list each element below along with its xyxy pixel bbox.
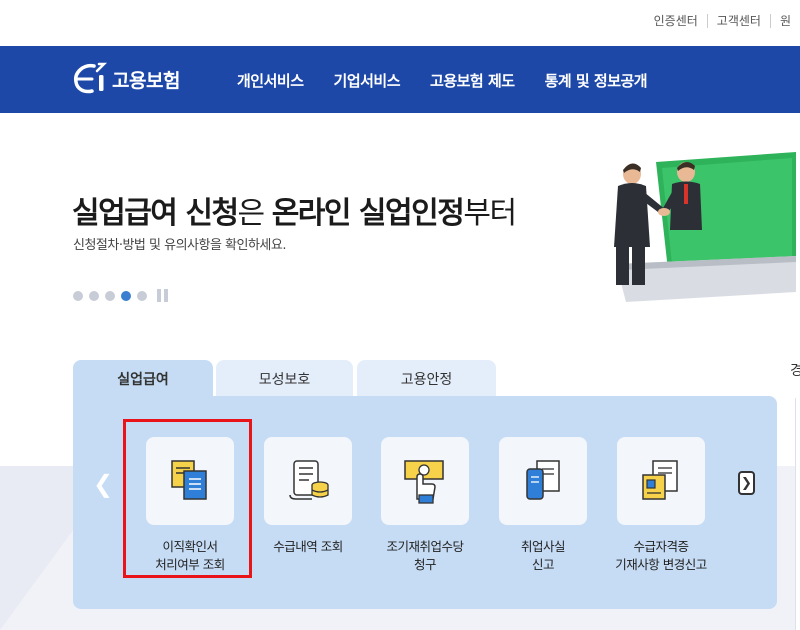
main-nav: 고용보험 개인서비스 기업서비스 고용보험 제도 통계 및 정보공개: [0, 46, 800, 113]
service-label: 조기재취업수당 청구: [386, 539, 464, 572]
utility-link-more[interactable]: 원: [769, 14, 800, 28]
nav-item-system[interactable]: 고용보험 제도: [430, 70, 515, 91]
service-early-reemployment[interactable]: 조기재취업수당 청구: [366, 437, 484, 574]
hero-title-b: 은: [237, 196, 272, 231]
service-label: 취업사실 신고: [520, 539, 566, 572]
slide-dot[interactable]: [137, 290, 147, 301]
hero-title[interactable]: 실업급여 신청은 온라인 실업인정부터: [72, 188, 517, 232]
slide-indicators: [73, 289, 171, 302]
certificate-edit-icon: [617, 437, 705, 525]
page: 인증센터 고객센터 원 고용보험 개인서비스 기업서비스 고용보험 제도 통계 …: [0, 0, 800, 630]
hero-subtitle: 신청절차·방법 및 유의사항을 확인하세요.: [73, 238, 286, 253]
nav-menu: 개인서비스 기업서비스 고용보험 제도 통계 및 정보공개: [237, 70, 677, 91]
next-arrow-icon[interactable]: ❯: [738, 471, 755, 495]
logo-text: 고용보험: [112, 69, 180, 92]
receipt-coins-icon: [264, 437, 352, 525]
prev-arrow-icon[interactable]: ❮: [93, 470, 113, 498]
tab-employment-stability[interactable]: 고용안정: [357, 360, 496, 398]
hero-title-c: 온라인 실업인정: [271, 196, 465, 231]
slide-dot[interactable]: [105, 290, 115, 301]
side-panel-title: 경: [790, 363, 800, 379]
logo[interactable]: 고용보험: [70, 62, 180, 96]
highlight-box: [123, 419, 252, 578]
logo-mark-icon: [70, 62, 110, 96]
utility-bar: 인증센터 고객센터 원: [0, 0, 800, 46]
nav-item-statistics[interactable]: 통계 및 정보공개: [545, 70, 648, 91]
slide-dot[interactable]: [89, 290, 99, 301]
nav-item-business[interactable]: 기업서비스: [334, 70, 401, 91]
tab-unemployment-benefit[interactable]: 실업급여: [73, 360, 213, 398]
tab-maternity-protection[interactable]: 모성보호: [216, 360, 353, 398]
utility-link-cert[interactable]: 인증센터: [645, 14, 707, 28]
service-label: 수급자격증 기재사항 변경신고: [615, 539, 707, 572]
service-employment-report[interactable]: 취업사실 신고: [484, 437, 602, 574]
service-label: 수급내역 조회: [273, 539, 343, 554]
pause-icon[interactable]: [157, 289, 171, 302]
service-certificate-change[interactable]: 수급자격증 기재사항 변경신고: [602, 437, 720, 574]
hero-title-a: 실업급여 신청: [72, 196, 239, 231]
money-hand-icon: [381, 437, 469, 525]
hero-title-d: 부터: [463, 196, 517, 231]
nav-item-personal[interactable]: 개인서비스: [237, 70, 304, 91]
phone-document-icon: [499, 437, 587, 525]
service-benefit-history[interactable]: 수급내역 조회: [249, 437, 367, 556]
handshake-laptop-illustration: [596, 152, 796, 302]
side-panel: [795, 398, 800, 630]
utility-link-customer[interactable]: 고객센터: [706, 14, 770, 28]
slide-dot-active[interactable]: [121, 290, 131, 301]
slide-dot[interactable]: [73, 290, 83, 301]
utility-links: 인증센터 고객센터 원: [645, 14, 800, 28]
